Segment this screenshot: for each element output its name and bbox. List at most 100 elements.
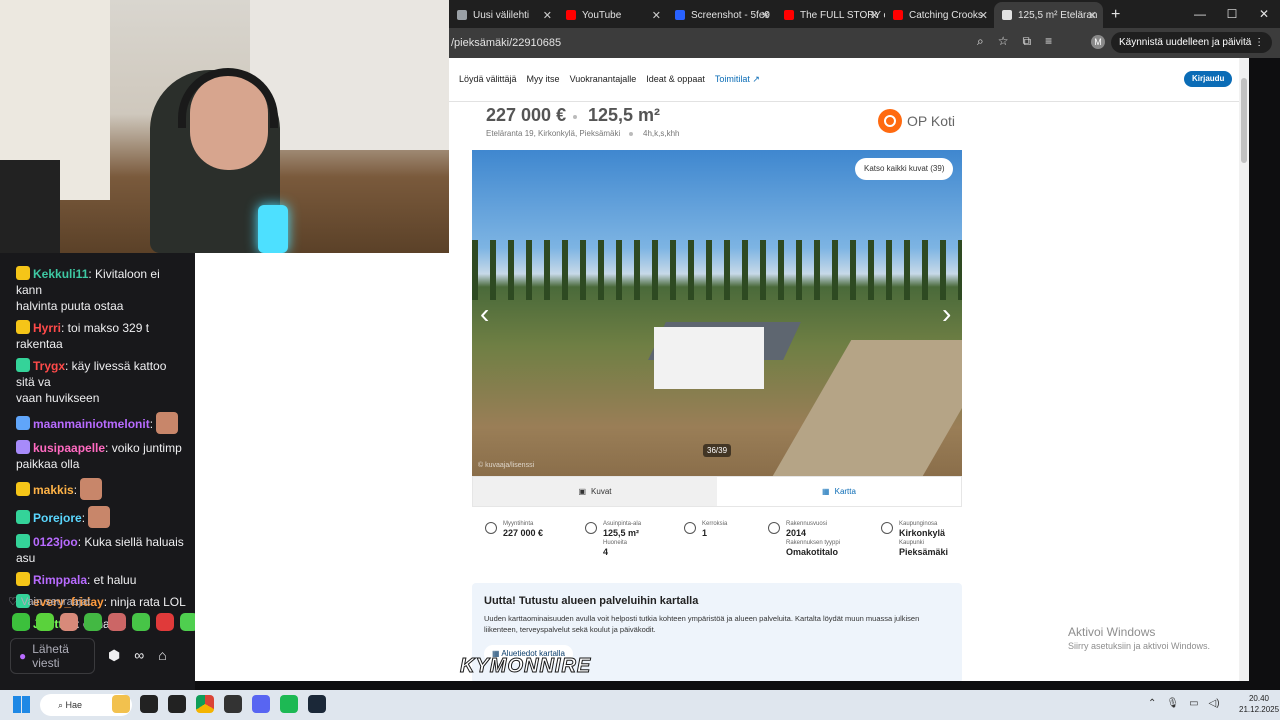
chat-username[interactable]: kusipaapelle [33, 441, 105, 455]
floors-icon [684, 522, 696, 534]
close-tab-icon[interactable]: ✕ [652, 9, 661, 22]
chat-text: : ninja rata LOL [103, 595, 186, 609]
area-icon [585, 522, 597, 534]
tab-title: Catching Crooks [909, 9, 983, 21]
close-tab-icon[interactable]: ✕ [543, 9, 552, 22]
favicon-icon [566, 10, 576, 20]
badge-icon [16, 266, 30, 280]
badge-icon [16, 320, 30, 334]
chat-username[interactable]: Porejore [33, 511, 82, 525]
nav-item[interactable]: Myy itse [527, 74, 560, 85]
close-tab-icon[interactable]: ✕ [979, 9, 988, 22]
image-icon: ▣ [578, 487, 587, 496]
stream-overlay-logo: KYMONNIRE [459, 655, 592, 678]
close-tab-icon[interactable]: ✕ [870, 9, 879, 22]
send-message-input[interactable]: ● Lähetä viesti [10, 638, 95, 674]
tab-title: Uusi välilehti [473, 9, 530, 21]
tab-title: YouTube [582, 9, 622, 21]
profile-avatar[interactable]: M [1091, 35, 1105, 49]
login-button[interactable]: Kirjaudu [1184, 71, 1233, 87]
close-tab-icon[interactable]: ✕ [761, 9, 770, 22]
system-clock[interactable]: 20.40 21.12.2025 [1239, 693, 1279, 715]
bookmark-star-icon[interactable]: ☆ [998, 34, 1009, 49]
volume-icon[interactable]: ◁) [1209, 698, 1220, 709]
house-icon [768, 522, 780, 534]
chat-username[interactable]: maanmainiotmelonit [33, 417, 150, 431]
listing-rooms: 4h,k,s,khh [643, 129, 680, 138]
bits-icon[interactable]: ⬢ [108, 647, 120, 664]
chat-username[interactable]: Rimppala [33, 573, 87, 587]
chat-text: : [81, 511, 86, 525]
tab-map[interactable]: ▦ Kartta [717, 477, 961, 506]
tab-title: Screenshot - 5fe9 [691, 9, 770, 21]
infinity-icon[interactable]: ∞ [134, 647, 144, 664]
discord-icon[interactable] [252, 695, 270, 713]
badge-icon [16, 572, 30, 586]
obs-icon[interactable] [224, 695, 242, 713]
chat-username[interactable]: Kekkuli11 [33, 267, 88, 281]
chat-text: : voiko juntimp [105, 441, 182, 455]
chat-text-continued: paikkaa olla [16, 457, 80, 471]
emote-bar[interactable] [12, 613, 195, 631]
minimize-button[interactable]: — [1184, 0, 1216, 28]
all-photos-button[interactable]: Katso kaikki kuvat (39) [855, 158, 954, 180]
euro-icon [485, 522, 497, 534]
start-button[interactable] [13, 696, 30, 713]
badge-icon [16, 510, 30, 524]
address-bar[interactable]: /pieksämäki/22910685 ⌕ ☆ ⧉ ≡ M Käynnistä… [449, 28, 1280, 58]
listing-page: Löydä välittäjä Myy itse Vuokranantajall… [449, 58, 1239, 681]
mic-icon[interactable]: 🎙 [1166, 698, 1179, 709]
page-scrollbar[interactable] [1239, 58, 1249, 681]
nav-item[interactable]: Vuokranantajalle [570, 74, 637, 85]
badge-icon [16, 416, 30, 430]
mic-icon[interactable]: ● [19, 649, 26, 663]
nav-item[interactable]: Löydä välittäjä [459, 74, 517, 85]
chat-message: 0123joo: Kuka siellä haluais asu [0, 531, 195, 569]
browser-tab[interactable]: Uusi välilehti ✕ [449, 2, 558, 28]
network-icon[interactable]: ▭ [1189, 698, 1198, 709]
chat-username[interactable]: makkis [33, 483, 74, 497]
chrome-icon[interactable] [196, 695, 214, 713]
windows-activation-watermark: Aktivoi Windows Siirry asetuksiin ja akt… [1068, 625, 1211, 651]
key-facts: Myyntihinta 227 000 € Asuinpinta-ala 125,5… [485, 520, 955, 570]
listing-photo[interactable]: Katso kaikki kuvat (39) ‹ › 36/39 © kuva… [472, 150, 962, 476]
chat-username[interactable]: 0123joo [33, 535, 78, 549]
extensions-icon[interactable]: ⧉ [1023, 34, 1032, 49]
browser-tab[interactable]: YouTube ✕ [558, 2, 667, 28]
browser-tab[interactable]: Screenshot - 5fe9 ✕ [667, 2, 776, 28]
zoom-icon[interactable]: ⌕ [977, 34, 984, 49]
listing-address: Eteläranta 19, Kirkonkylä, Pieksämäki [486, 129, 621, 138]
url-text[interactable]: /pieksämäki/22910685 [451, 37, 561, 49]
nav-link-business[interactable]: Toimitilat ↗ [715, 74, 760, 85]
location-pin-icon [881, 522, 893, 534]
browser-tab[interactable]: The FULL STORY o ✕ [776, 2, 885, 28]
webcam-feed [0, 0, 449, 253]
media-icon[interactable]: ≡ [1045, 34, 1052, 49]
app-icon[interactable] [168, 695, 186, 713]
blank-panel [195, 253, 449, 681]
browser-tab[interactable]: Catching Crooks ✕ [885, 2, 994, 28]
browser-tab-bar: Uusi välilehti ✕ YouTube ✕ Screenshot - 5fe9… [449, 0, 1280, 28]
prev-photo-icon[interactable]: ‹ [480, 300, 489, 328]
new-tab-button[interactable]: + [1103, 2, 1128, 28]
chat-username[interactable]: Hyrri [33, 321, 61, 335]
tab-title: 125,5 m² Eteläran [1018, 9, 1098, 21]
maximize-button[interactable]: ☐ [1216, 0, 1248, 28]
close-tab-icon[interactable]: ✕ [1088, 9, 1097, 22]
system-tray: ⌃ 🎙 ▭ ◁) [1148, 698, 1220, 709]
file-explorer-icon[interactable] [112, 695, 130, 713]
steam-icon[interactable] [308, 695, 326, 713]
chevron-up-icon[interactable]: ⌃ [1148, 698, 1156, 709]
next-photo-icon[interactable]: › [942, 300, 951, 328]
spotify-icon[interactable] [280, 695, 298, 713]
tab-photos[interactable]: ▣ Kuvat [473, 477, 717, 506]
nav-item[interactable]: Ideat & oppaat [646, 74, 705, 85]
store-icon[interactable]: ⌂ [158, 647, 166, 664]
chat-username[interactable]: Trygx [33, 359, 65, 373]
favicon-icon [1002, 10, 1012, 20]
close-window-button[interactable]: ✕ [1248, 0, 1280, 28]
restart-update-button[interactable]: Käynnistä uudelleen ja päivitä ⋮ [1111, 32, 1273, 53]
app-icon[interactable] [140, 695, 158, 713]
browser-tab[interactable]: 125,5 m² Eteläran ✕ [994, 2, 1103, 28]
agency-logo[interactable]: OP Koti [878, 109, 955, 133]
